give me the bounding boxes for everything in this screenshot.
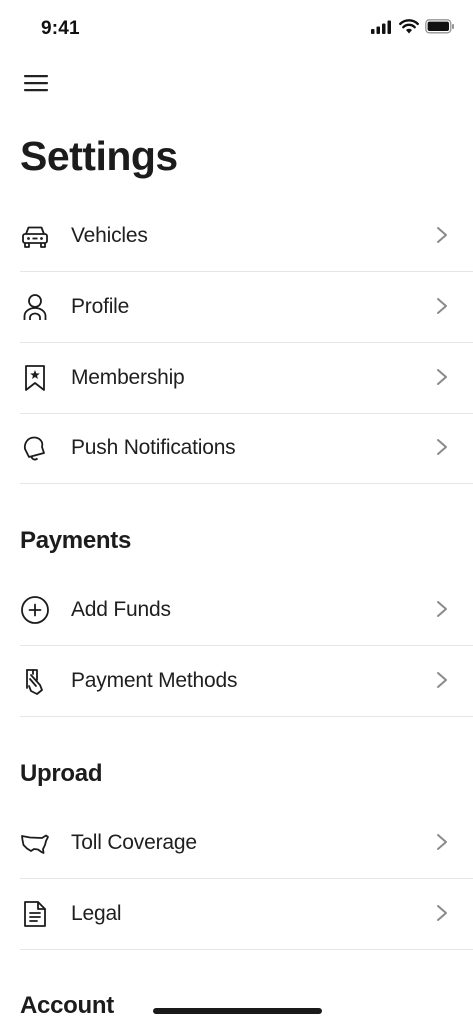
section-title-payments: Payments [20,527,131,554]
status-bar: 9:41 [0,0,473,56]
bookmark-star-icon [20,363,50,393]
chevron-right-icon [437,369,447,385]
home-indicator[interactable] [153,1008,322,1014]
bell-icon [20,433,50,463]
settings-item-label: Profile [71,295,130,318]
settings-item-vehicles[interactable]: Vehicles [20,201,473,272]
settings-item-push-notifications[interactable]: Push Notifications [20,413,473,484]
settings-item-label: Vehicles [71,224,148,247]
car-icon [20,221,50,251]
status-time: 9:41 [41,18,80,39]
settings-item-label: Payment Methods [71,669,238,692]
chevron-right-icon [437,672,447,688]
section-title-account: Account [20,992,114,1019]
usa-map-icon [20,828,50,858]
settings-item-label: Membership [71,366,185,389]
chevron-right-icon [437,601,447,617]
menu-button[interactable] [22,70,50,96]
chevron-right-icon [437,298,447,314]
settings-item-profile[interactable]: Profile [20,272,473,343]
chevron-right-icon [437,905,447,921]
document-icon [20,899,50,929]
person-icon [20,292,50,322]
cellular-signal-icon [371,20,391,34]
wifi-icon [399,19,419,34]
settings-item-label: Add Funds [71,598,171,621]
chevron-right-icon [437,439,447,455]
settings-item-label: Push Notifications [71,436,236,459]
settings-item-label: Toll Coverage [71,831,197,854]
battery-icon [425,19,454,34]
settings-item-payment-methods[interactable]: Payment Methods [20,646,473,717]
settings-item-label: Legal [71,902,122,925]
plus-circle-icon [20,595,50,625]
card-hand-icon [20,666,50,696]
settings-item-legal[interactable]: Legal [20,879,473,950]
chevron-right-icon [437,227,447,243]
settings-item-add-funds[interactable]: Add Funds [20,575,473,646]
section-title-uproad: Uproad [20,760,103,787]
settings-item-membership[interactable]: Membership [20,343,473,414]
settings-item-toll-coverage[interactable]: Toll Coverage [20,808,473,879]
hamburger-menu-icon [24,75,48,92]
status-icons [371,19,455,34]
chevron-right-icon [437,834,447,850]
page-title: Settings [20,133,178,179]
